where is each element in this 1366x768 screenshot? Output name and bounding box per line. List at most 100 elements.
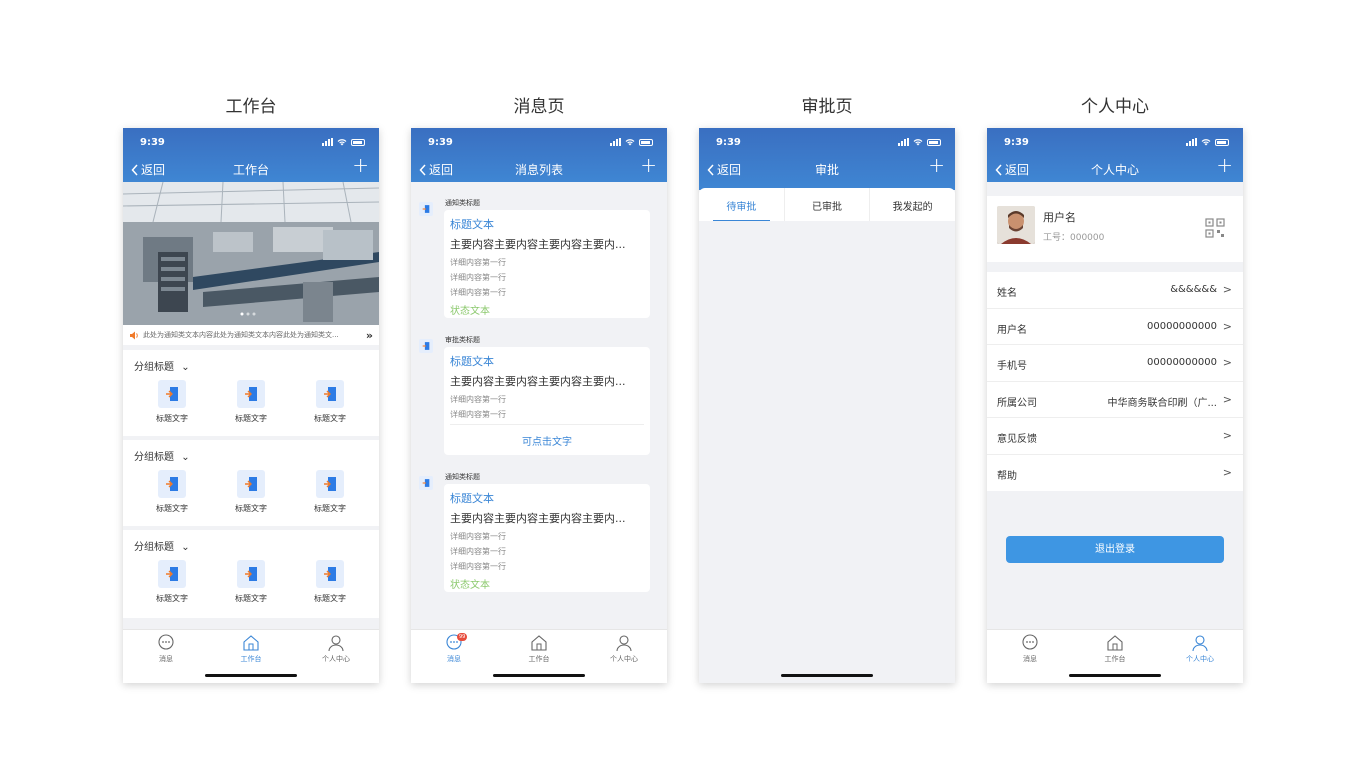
tab-workbench[interactable]: 工作台 xyxy=(1085,634,1145,664)
profile-row-phone[interactable]: 手机号 00000000000 > xyxy=(987,345,1243,382)
app-entry-icon xyxy=(316,380,344,408)
tab-label: 工作台 xyxy=(528,655,550,663)
message-card[interactable]: 标题文本 主要内容主要内容主要内容主要内... 详细内容第一行 详细内容第一行 … xyxy=(444,484,650,592)
status-icons xyxy=(898,138,941,146)
plus-icon[interactable]: + xyxy=(928,155,945,175)
status-time: 9:39 xyxy=(140,137,165,148)
tab-profile[interactable]: 个人中心 xyxy=(306,634,366,664)
app-item-label: 标题文字 xyxy=(235,594,267,603)
home-indicator xyxy=(493,674,585,677)
app-item[interactable]: 标题文字 xyxy=(142,560,202,604)
app-item[interactable]: 标题文字 xyxy=(142,470,202,514)
app-item-label: 标题文字 xyxy=(235,414,267,423)
card-detail-line: 详细内容第一行 xyxy=(450,395,506,404)
tab-pending[interactable]: 待审批 xyxy=(699,188,785,221)
tab-label: 工作台 xyxy=(1104,655,1126,663)
message-card[interactable]: 标题文本 主要内容主要内容主要内容主要内... 详细内容第一行 详细内容第一行 … xyxy=(444,347,650,455)
card-detail-line: 详细内容第一行 xyxy=(450,273,506,282)
group-title-label: 分组标题 xyxy=(134,542,174,553)
tab-profile[interactable]: 个人中心 xyxy=(1170,634,1230,664)
app-item[interactable]: 标题文字 xyxy=(300,560,360,604)
app-entry-icon xyxy=(158,560,186,588)
logout-button[interactable]: 退出登录 xyxy=(1006,536,1224,563)
tab-approved[interactable]: 已审批 xyxy=(785,188,871,221)
card-detail-line: 详细内容第一行 xyxy=(450,562,506,571)
profile-row-feedback[interactable]: 意见反馈 > xyxy=(987,418,1243,455)
chevron-down-icon: ⌄ xyxy=(181,542,190,553)
profile-row-name[interactable]: 姓名 &&&&&& > xyxy=(987,272,1243,309)
profile-row-help[interactable]: 帮助 > xyxy=(987,455,1243,492)
message-category: 通知类标题 xyxy=(445,473,480,481)
profile-row-username[interactable]: 用户名 00000000000 > xyxy=(987,309,1243,345)
app-item[interactable]: 标题文字 xyxy=(221,470,281,514)
card-detail-line: 详细内容第一行 xyxy=(450,258,506,267)
banner-image[interactable] xyxy=(123,182,379,325)
card-title: 标题文本 xyxy=(450,492,494,505)
row-label: 姓名 xyxy=(997,288,1017,299)
group-title-label: 分组标题 xyxy=(134,452,174,463)
app-item-label: 标题文字 xyxy=(314,414,346,423)
tab-workbench[interactable]: 工作台 xyxy=(221,634,281,664)
card-detail-line: 详细内容第一行 xyxy=(450,410,506,419)
phone-profile: 9:39 返回 个人中心 + 用户名 工号：000000 姓名 &&&&&& >… xyxy=(987,128,1243,683)
tab-workbench[interactable]: 工作台 xyxy=(509,634,569,664)
row-label: 所属公司 xyxy=(997,397,1037,409)
battery-icon xyxy=(1215,138,1229,146)
tab-label: 个人中心 xyxy=(610,655,638,663)
message-card[interactable]: 标题文本 主要内容主要内容主要内容主要内... 详细内容第一行 详细内容第一行 … xyxy=(444,210,650,318)
row-value: 00000000000 xyxy=(1147,357,1217,368)
group-title[interactable]: 分组标题 ⌄ xyxy=(134,538,190,553)
card-detail-line: 详细内容第一行 xyxy=(450,288,506,297)
app-item-label: 标题文字 xyxy=(156,414,188,423)
approval-tabs: 待审批 已审批 我发起的 xyxy=(699,188,955,221)
home-indicator xyxy=(781,674,873,677)
card-status: 状态文本 xyxy=(450,580,490,591)
status-icons xyxy=(610,138,653,146)
tab-messages[interactable]: 99 消息 xyxy=(424,633,484,664)
plus-icon[interactable]: + xyxy=(352,155,369,175)
chevron-right-icon: > xyxy=(1222,429,1232,442)
card-action-link[interactable]: 可点击文字 xyxy=(450,424,644,448)
plus-icon[interactable]: + xyxy=(640,155,657,175)
group-section: 分组标题 ⌄ 标题文字 标题文字 标题文字 xyxy=(123,350,379,436)
signal-icon xyxy=(610,138,621,146)
chevron-right-icon: > xyxy=(1222,283,1232,296)
app-item[interactable]: 标题文字 xyxy=(300,470,360,514)
home-indicator xyxy=(205,674,297,677)
notification-badge: 99 xyxy=(457,633,468,641)
tab-initiated[interactable]: 我发起的 xyxy=(870,188,955,221)
status-time: 9:39 xyxy=(716,137,741,148)
status-icons xyxy=(1186,138,1229,146)
card-detail-line: 详细内容第一行 xyxy=(450,532,506,541)
screen-title-workbench: 工作台 xyxy=(225,97,277,117)
avatar xyxy=(997,206,1035,244)
home-indicator xyxy=(1069,674,1161,677)
page-title: 工作台 xyxy=(232,163,269,177)
group-title[interactable]: 分组标题 ⌄ xyxy=(134,358,190,373)
double-chevron-right-icon[interactable]: » xyxy=(366,329,373,342)
notice-text: 此处为通知类文本内容此处为通知类文本内容此处为通知类文... xyxy=(143,331,339,339)
app-item[interactable]: 标题文字 xyxy=(221,560,281,604)
group-title[interactable]: 分组标题 ⌄ xyxy=(134,448,190,463)
group-section: 分组标题 ⌄ 标题文字 标题文字 标题文字 xyxy=(123,440,379,526)
notice-bar[interactable]: 此处为通知类文本内容此处为通知类文本内容此处为通知类文... » xyxy=(123,325,379,345)
card-title: 标题文本 xyxy=(450,218,494,231)
qr-code-icon[interactable] xyxy=(1205,218,1225,238)
app-item[interactable]: 标题文字 xyxy=(142,380,202,424)
app-item[interactable]: 标题文字 xyxy=(300,380,360,424)
tab-messages[interactable]: 消息 xyxy=(136,634,196,664)
chevron-right-icon: > xyxy=(1222,465,1232,479)
battery-icon xyxy=(927,138,941,146)
tab-bar: 消息 工作台 个人中心 xyxy=(987,629,1243,683)
profile-row-company[interactable]: 所属公司 中华商务联合印刷（广... > xyxy=(987,382,1243,418)
plus-icon[interactable]: + xyxy=(1216,155,1233,175)
tab-messages[interactable]: 消息 xyxy=(1000,634,1060,664)
app-entry-icon xyxy=(419,339,433,353)
row-value: 00000000000 xyxy=(1147,320,1217,332)
app-entry-icon xyxy=(316,560,344,588)
row-label: 意见反馈 xyxy=(997,434,1037,445)
app-item[interactable]: 标题文字 xyxy=(221,380,281,424)
profile-card[interactable]: 用户名 工号：000000 xyxy=(987,196,1243,262)
phone-workbench: 9:39 返回 工作台 + 此处为通知类文本内容此处为通知类文本内容此处为通知类… xyxy=(123,128,379,683)
tab-profile[interactable]: 个人中心 xyxy=(594,634,654,664)
